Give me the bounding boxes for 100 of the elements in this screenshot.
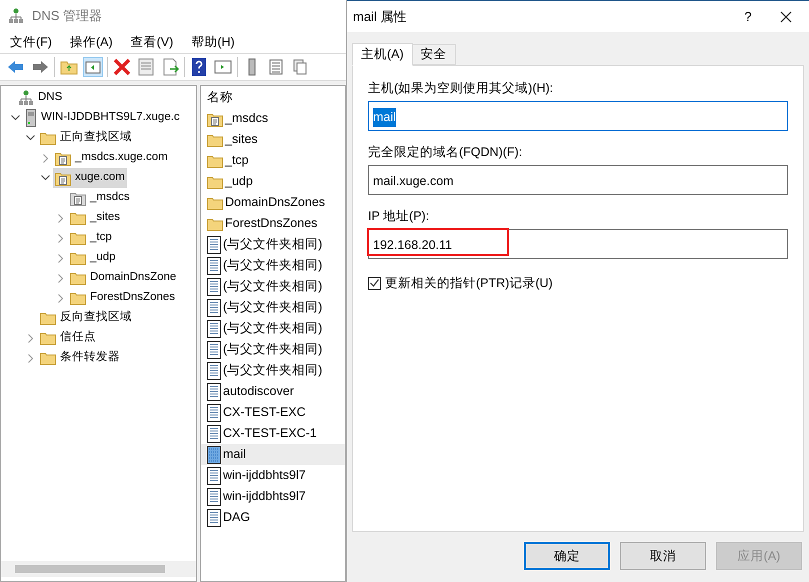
list-item[interactable]: autodiscover [201,381,345,402]
list-item[interactable]: (与父文件夹相同) [201,360,345,381]
server-icon [25,109,37,127]
tree-item[interactable]: DomainDnsZone [68,268,178,288]
record-icon [207,382,221,400]
tree-item[interactable]: _msdcs [68,188,132,208]
dialog-title: mail 属性 [353,8,408,26]
dialog-button[interactable]: 确定 [524,542,610,570]
record-icon [207,298,221,316]
list-item[interactable]: DomainDnsZones [201,192,345,213]
record-icon [207,488,221,506]
record-icon [207,256,221,274]
menu-item[interactable]: 文件(F) [10,33,52,52]
list-item[interactable]: _udp [201,171,345,192]
column-header[interactable]: 名称 [201,86,345,108]
record-icon [207,340,221,358]
folder-icon [70,211,86,225]
pane-toggle-icon[interactable] [83,57,103,77]
network-icon [18,90,34,106]
close-icon[interactable] [780,10,792,22]
list-item[interactable]: ForestDnsZones [201,213,345,234]
list-item[interactable]: CX-TEST-EXC [201,402,345,423]
collapsed-chevron-icon[interactable] [58,274,64,282]
tab[interactable]: 安全 [412,44,456,65]
list-item[interactable]: DAG [201,507,345,528]
tree-item[interactable]: ForestDnsZones [68,288,178,308]
window-title: DNS 管理器 [32,7,102,26]
folder-icon [207,196,223,210]
checkbox[interactable] [368,276,381,290]
tree-item[interactable]: DNS [16,88,64,108]
field-value: mail.xuge.com [373,173,454,190]
tree-item[interactable]: 正向查找区域 [38,128,134,148]
tree-item[interactable]: _udp [68,248,118,268]
expanded-chevron-icon[interactable] [26,135,35,141]
list-item[interactable]: win-ijddbhts9l7 [201,486,345,507]
list-item[interactable]: (与父文件夹相同) [201,234,345,255]
menu-item[interactable]: 操作(A) [70,33,113,52]
list-item[interactable]: mail [201,444,345,465]
folder-icon [40,351,56,365]
list-item[interactable]: (与父文件夹相同) [201,318,345,339]
expanded-chevron-icon[interactable] [41,175,50,181]
tree-item[interactable]: xuge.com [53,168,127,188]
tree-item[interactable]: 条件转发器 [38,348,122,368]
zone-file-icon [55,170,71,186]
tab[interactable]: 主机(A) [352,43,413,66]
folder-icon [207,216,223,230]
collapsed-chevron-icon[interactable] [58,234,64,242]
list-item[interactable]: _msdcs [201,108,345,129]
dialog-button[interactable]: 取消 [620,542,706,570]
folder-icon [70,251,86,265]
horizontal-scrollbar[interactable] [1,561,196,577]
zone-file-icon [55,150,71,166]
folder-icon [207,174,223,188]
list-item[interactable]: CX-TEST-EXC-1 [201,423,345,444]
record-icon [207,508,221,526]
tree-item[interactable]: _msdcs.xuge.com [53,148,170,168]
text-field[interactable]: mail [368,101,788,131]
record-icon [207,320,221,338]
tree-item[interactable]: 信任点 [38,328,98,348]
list-item[interactable]: (与父文件夹相同) [201,297,345,318]
zone-file-icon [70,190,86,206]
record-icon [207,424,221,442]
tree-item[interactable]: WIN-IJDDBHTS9L7.xuge.c [23,108,182,128]
list-item[interactable]: _sites [201,129,345,150]
expanded-chevron-icon[interactable] [11,115,20,121]
properties-icon[interactable] [136,57,156,77]
record-icon [207,278,221,296]
collapsed-chevron-icon[interactable] [58,294,64,302]
list-item[interactable]: (与父文件夹相同) [201,339,345,360]
list-item[interactable]: _tcp [201,150,345,171]
folder-icon [207,154,223,168]
tree-item[interactable]: 反向查找区域 [38,308,134,328]
record-icon [207,404,221,422]
record-icon [207,362,221,380]
list-item[interactable]: (与父文件夹相同) [201,276,345,297]
delete-icon[interactable] [112,57,132,77]
collapsed-chevron-icon[interactable] [58,214,64,222]
folder-icon [40,331,56,345]
collapsed-chevron-icon[interactable] [28,334,34,342]
field-value: 192.168.20.11 [373,237,452,254]
field-value: mail [373,108,396,127]
folder-icon [70,291,86,305]
folder-icon [207,132,223,146]
list-item[interactable]: (与父文件夹相同) [201,255,345,276]
help-button[interactable]: ? [733,6,763,26]
menu-item[interactable]: 帮助(H) [191,33,235,52]
record-icon [207,446,221,464]
folder-icon [70,271,86,285]
tree-item[interactable]: _tcp [68,228,114,248]
folder-icon [40,311,56,325]
collapsed-chevron-icon[interactable] [28,354,34,362]
help-icon[interactable] [189,57,209,77]
text-field[interactable]: mail.xuge.com [368,165,788,195]
text-field[interactable]: 192.168.20.11 [368,229,788,259]
collapsed-chevron-icon[interactable] [58,254,64,262]
menu-item[interactable]: 查看(V) [130,33,174,52]
tree-item[interactable]: _sites [68,208,122,228]
list-item[interactable]: win-ijddbhts9l7 [201,465,345,486]
collapsed-chevron-icon[interactable] [42,154,48,162]
checkbox-label: 更新相关的指针(PTR)记录(U) [385,275,553,292]
